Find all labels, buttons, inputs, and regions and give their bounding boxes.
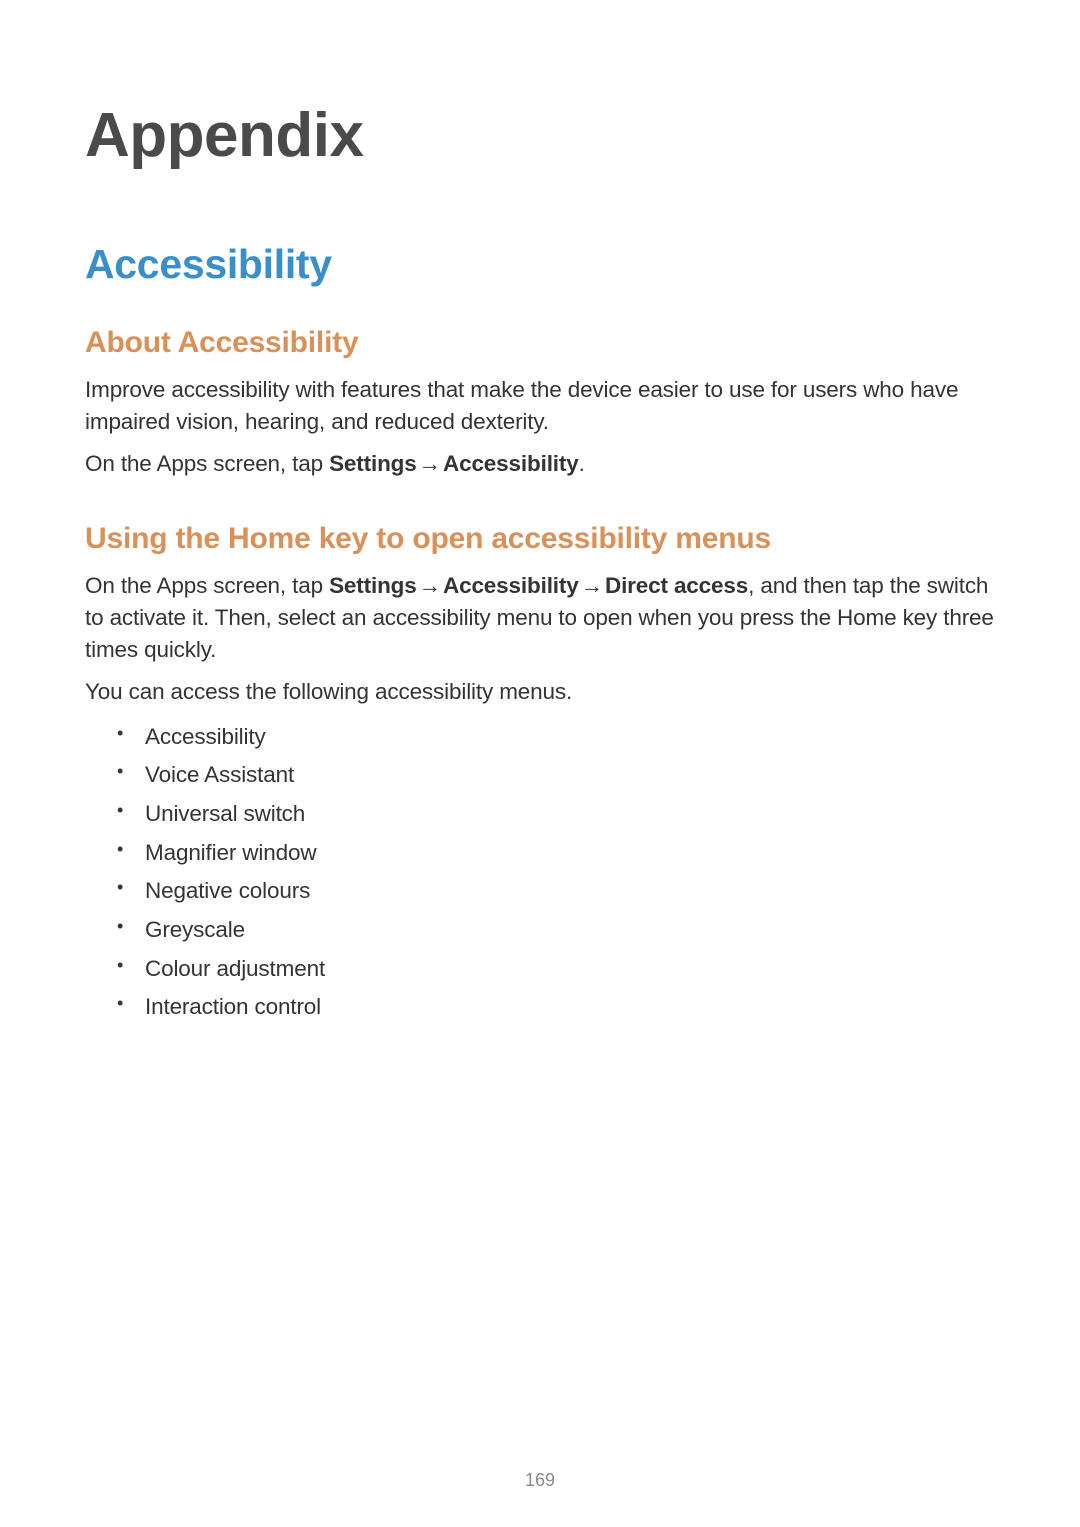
bold-settings: Settings bbox=[329, 451, 417, 476]
bold-accessibility: Accessibility bbox=[443, 573, 579, 598]
text-fragment: . bbox=[579, 451, 585, 476]
subheading-home-key: Using the Home key to open accessibility… bbox=[85, 522, 995, 556]
bold-accessibility: Accessibility bbox=[443, 451, 579, 476]
paragraph-menus-intro: You can access the following accessibili… bbox=[85, 676, 995, 708]
paragraph-nav-path-1: On the Apps screen, tap Settings → Acces… bbox=[85, 448, 995, 480]
arrow-icon: → bbox=[417, 570, 443, 602]
text-fragment: On the Apps screen, tap bbox=[85, 451, 329, 476]
list-item: Universal switch bbox=[117, 795, 995, 834]
accessibility-menu-list: Accessibility Voice Assistant Universal … bbox=[85, 718, 995, 1028]
list-item: Accessibility bbox=[117, 718, 995, 757]
arrow-icon: → bbox=[417, 448, 443, 480]
text-fragment: On the Apps screen, tap bbox=[85, 573, 329, 598]
arrow-icon: → bbox=[579, 570, 605, 602]
list-item: Voice Assistant bbox=[117, 756, 995, 795]
list-item: Magnifier window bbox=[117, 834, 995, 873]
list-item: Interaction control bbox=[117, 988, 995, 1027]
paragraph-about-accessibility: Improve accessibility with features that… bbox=[85, 374, 995, 438]
subheading-about-accessibility: About Accessibility bbox=[85, 326, 995, 360]
list-item: Negative colours bbox=[117, 872, 995, 911]
section-heading-accessibility: Accessibility bbox=[85, 241, 995, 288]
page-title: Appendix bbox=[85, 100, 995, 171]
page-number: 169 bbox=[0, 1470, 1080, 1491]
bold-direct-access: Direct access bbox=[605, 573, 748, 598]
list-item: Colour adjustment bbox=[117, 950, 995, 989]
list-item: Greyscale bbox=[117, 911, 995, 950]
document-page: Appendix Accessibility About Accessibili… bbox=[0, 0, 1080, 1527]
bold-settings: Settings bbox=[329, 573, 417, 598]
paragraph-nav-path-2: On the Apps screen, tap Settings → Acces… bbox=[85, 570, 995, 666]
